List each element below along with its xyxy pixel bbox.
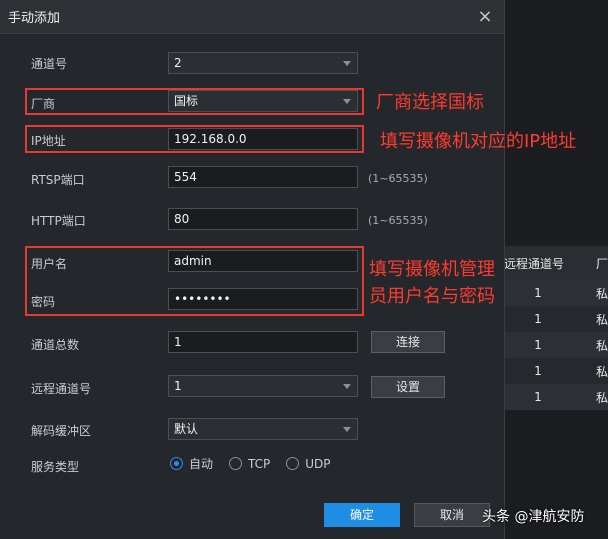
rtsp-port-input[interactable]: 554 xyxy=(168,166,358,188)
http-port-hint: (1~65535) xyxy=(368,214,428,227)
dialog-titlebar: 手动添加 × xyxy=(0,0,504,34)
connect-button[interactable]: 连接 xyxy=(371,331,445,353)
close-icon[interactable]: × xyxy=(474,6,496,28)
radio-udp-label: UDP xyxy=(305,456,331,471)
table-cell: 1 xyxy=(534,390,542,404)
remote-channel-value: 1 xyxy=(174,379,182,393)
http-port-label: HTTP端口 xyxy=(31,214,86,228)
dialog-title: 手动添加 xyxy=(8,11,61,26)
radio-unselected-icon xyxy=(229,457,243,470)
table-row[interactable]: 1私 xyxy=(500,306,608,332)
table-row[interactable]: 1私 xyxy=(500,332,608,358)
radio-tcp-label: TCP xyxy=(248,456,271,471)
service-type-label: 服务类型 xyxy=(31,460,80,474)
settings-button[interactable]: 设置 xyxy=(371,376,445,398)
ok-button[interactable]: 确定 xyxy=(324,503,400,527)
decode-buffer-select[interactable]: 默认 xyxy=(168,418,358,440)
remote-channel-label: 远程通道号 xyxy=(31,382,92,396)
total-channels-value: 1 xyxy=(174,335,182,349)
table-row[interactable]: 1私 xyxy=(500,384,608,410)
table-cell: 私 xyxy=(595,338,608,353)
credentials-annotation-line1: 填写摄像机管理 xyxy=(369,259,495,280)
ip-highlight-box xyxy=(25,125,364,153)
http-port-input[interactable]: 80 xyxy=(168,208,358,230)
table-cell: 私 xyxy=(595,286,608,301)
table-cell: 1 xyxy=(534,286,542,300)
chevron-down-icon xyxy=(343,427,351,432)
chevron-down-icon xyxy=(343,384,351,389)
decode-buffer-value: 默认 xyxy=(174,422,199,436)
table-header: 远程通道号 厂 xyxy=(500,246,608,280)
background-device-table: 远程通道号 厂 1私 1私 1私 1私 1私 xyxy=(500,246,608,410)
radio-udp[interactable]: UDP xyxy=(286,456,331,471)
radio-auto-label: 自动 xyxy=(189,457,214,471)
channel-no-label: 通道号 xyxy=(31,57,68,71)
table-cell: 1 xyxy=(534,338,542,352)
column-header-remote-channel: 远程通道号 xyxy=(504,256,565,271)
http-port-value: 80 xyxy=(174,212,190,226)
channel-no-value: 2 xyxy=(174,56,182,70)
column-header-vendor: 厂 xyxy=(595,256,608,271)
table-row[interactable]: 1私 xyxy=(500,358,608,384)
table-cell: 1 xyxy=(534,364,542,378)
vendor-annotation-note: 厂商选择国标 xyxy=(376,92,484,113)
table-row[interactable]: 1私 xyxy=(500,280,608,306)
rtsp-port-value: 554 xyxy=(174,170,197,184)
service-type-radio-group: 自动 TCP UDP xyxy=(170,455,347,472)
table-cell: 1 xyxy=(534,312,542,326)
credentials-highlight-box xyxy=(25,246,364,316)
ip-annotation-note: 填写摄像机对应的IP地址 xyxy=(380,131,577,152)
vendor-highlight-box xyxy=(25,88,364,115)
channel-no-select[interactable]: 2 xyxy=(168,52,358,74)
table-cell: 私 xyxy=(595,312,608,327)
total-channels-label: 通道总数 xyxy=(31,338,80,352)
rtsp-port-label: RTSP端口 xyxy=(31,173,85,187)
total-channels-input[interactable]: 1 xyxy=(168,331,358,353)
radio-auto[interactable]: 自动 xyxy=(170,455,213,472)
radio-tcp[interactable]: TCP xyxy=(229,457,270,471)
radio-unselected-icon xyxy=(286,457,300,470)
table-cell: 私 xyxy=(595,390,608,405)
rtsp-port-hint: (1~65535) xyxy=(368,172,428,185)
table-cell: 私 xyxy=(595,364,608,379)
cancel-button[interactable]: 取消 xyxy=(414,503,490,527)
decode-buffer-label: 解码缓冲区 xyxy=(31,424,92,438)
radio-selected-icon xyxy=(170,457,183,470)
remote-channel-select[interactable]: 1 xyxy=(168,375,358,397)
credentials-annotation-line2: 员用户名与密码 xyxy=(369,286,495,307)
chevron-down-icon xyxy=(343,61,351,66)
brand-watermark: 头条 @津航安防 xyxy=(482,509,585,525)
